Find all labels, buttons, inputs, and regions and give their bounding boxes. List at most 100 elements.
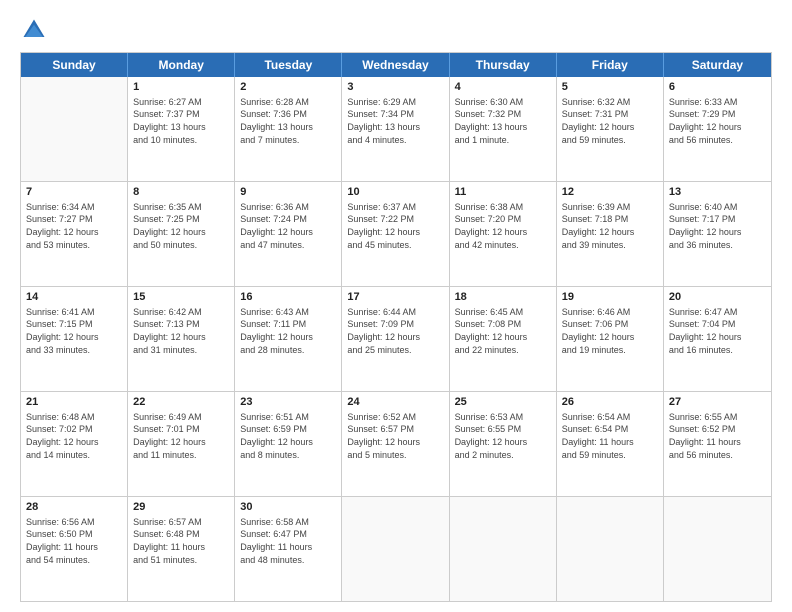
day-info: Sunrise: 6:29 AM Sunset: 7:34 PM Dayligh… <box>347 96 443 146</box>
logo <box>20 16 52 44</box>
calendar-cell: 3Sunrise: 6:29 AM Sunset: 7:34 PM Daylig… <box>342 77 449 181</box>
calendar-cell: 20Sunrise: 6:47 AM Sunset: 7:04 PM Dayli… <box>664 287 771 391</box>
weekday-header-thursday: Thursday <box>450 53 557 77</box>
calendar-row-2: 7Sunrise: 6:34 AM Sunset: 7:27 PM Daylig… <box>21 181 771 286</box>
day-info: Sunrise: 6:46 AM Sunset: 7:06 PM Dayligh… <box>562 306 658 356</box>
weekday-header-wednesday: Wednesday <box>342 53 449 77</box>
day-number: 16 <box>240 290 336 305</box>
calendar-cell: 16Sunrise: 6:43 AM Sunset: 7:11 PM Dayli… <box>235 287 342 391</box>
calendar-body: 1Sunrise: 6:27 AM Sunset: 7:37 PM Daylig… <box>21 77 771 601</box>
calendar-cell <box>21 77 128 181</box>
day-number: 23 <box>240 395 336 410</box>
day-number: 7 <box>26 185 122 200</box>
calendar-cell: 28Sunrise: 6:56 AM Sunset: 6:50 PM Dayli… <box>21 497 128 601</box>
calendar-cell <box>450 497 557 601</box>
day-number: 21 <box>26 395 122 410</box>
day-number: 8 <box>133 185 229 200</box>
calendar-cell: 22Sunrise: 6:49 AM Sunset: 7:01 PM Dayli… <box>128 392 235 496</box>
day-number: 11 <box>455 185 551 200</box>
day-info: Sunrise: 6:42 AM Sunset: 7:13 PM Dayligh… <box>133 306 229 356</box>
day-number: 12 <box>562 185 658 200</box>
day-number: 28 <box>26 500 122 515</box>
weekday-header-friday: Friday <box>557 53 664 77</box>
calendar-cell: 10Sunrise: 6:37 AM Sunset: 7:22 PM Dayli… <box>342 182 449 286</box>
calendar-cell: 18Sunrise: 6:45 AM Sunset: 7:08 PM Dayli… <box>450 287 557 391</box>
day-info: Sunrise: 6:55 AM Sunset: 6:52 PM Dayligh… <box>669 411 766 461</box>
day-info: Sunrise: 6:52 AM Sunset: 6:57 PM Dayligh… <box>347 411 443 461</box>
day-info: Sunrise: 6:40 AM Sunset: 7:17 PM Dayligh… <box>669 201 766 251</box>
weekday-header-monday: Monday <box>128 53 235 77</box>
day-number: 25 <box>455 395 551 410</box>
day-info: Sunrise: 6:45 AM Sunset: 7:08 PM Dayligh… <box>455 306 551 356</box>
day-info: Sunrise: 6:41 AM Sunset: 7:15 PM Dayligh… <box>26 306 122 356</box>
day-number: 2 <box>240 80 336 95</box>
calendar-cell <box>342 497 449 601</box>
day-info: Sunrise: 6:35 AM Sunset: 7:25 PM Dayligh… <box>133 201 229 251</box>
day-info: Sunrise: 6:39 AM Sunset: 7:18 PM Dayligh… <box>562 201 658 251</box>
day-info: Sunrise: 6:56 AM Sunset: 6:50 PM Dayligh… <box>26 516 122 566</box>
calendar-cell: 7Sunrise: 6:34 AM Sunset: 7:27 PM Daylig… <box>21 182 128 286</box>
day-info: Sunrise: 6:47 AM Sunset: 7:04 PM Dayligh… <box>669 306 766 356</box>
day-info: Sunrise: 6:58 AM Sunset: 6:47 PM Dayligh… <box>240 516 336 566</box>
day-number: 13 <box>669 185 766 200</box>
calendar-cell: 4Sunrise: 6:30 AM Sunset: 7:32 PM Daylig… <box>450 77 557 181</box>
calendar-cell <box>557 497 664 601</box>
calendar-row-5: 28Sunrise: 6:56 AM Sunset: 6:50 PM Dayli… <box>21 496 771 601</box>
calendar-cell: 1Sunrise: 6:27 AM Sunset: 7:37 PM Daylig… <box>128 77 235 181</box>
day-number: 1 <box>133 80 229 95</box>
weekday-header-saturday: Saturday <box>664 53 771 77</box>
calendar-cell: 26Sunrise: 6:54 AM Sunset: 6:54 PM Dayli… <box>557 392 664 496</box>
calendar-row-3: 14Sunrise: 6:41 AM Sunset: 7:15 PM Dayli… <box>21 286 771 391</box>
day-info: Sunrise: 6:49 AM Sunset: 7:01 PM Dayligh… <box>133 411 229 461</box>
day-info: Sunrise: 6:51 AM Sunset: 6:59 PM Dayligh… <box>240 411 336 461</box>
logo-icon <box>20 16 48 44</box>
day-info: Sunrise: 6:30 AM Sunset: 7:32 PM Dayligh… <box>455 96 551 146</box>
day-number: 20 <box>669 290 766 305</box>
day-info: Sunrise: 6:37 AM Sunset: 7:22 PM Dayligh… <box>347 201 443 251</box>
weekday-header-sunday: Sunday <box>21 53 128 77</box>
day-number: 29 <box>133 500 229 515</box>
page: SundayMondayTuesdayWednesdayThursdayFrid… <box>0 0 792 612</box>
day-info: Sunrise: 6:53 AM Sunset: 6:55 PM Dayligh… <box>455 411 551 461</box>
day-number: 5 <box>562 80 658 95</box>
calendar-cell: 17Sunrise: 6:44 AM Sunset: 7:09 PM Dayli… <box>342 287 449 391</box>
day-number: 17 <box>347 290 443 305</box>
calendar-header: SundayMondayTuesdayWednesdayThursdayFrid… <box>21 53 771 77</box>
calendar: SundayMondayTuesdayWednesdayThursdayFrid… <box>20 52 772 602</box>
calendar-cell: 8Sunrise: 6:35 AM Sunset: 7:25 PM Daylig… <box>128 182 235 286</box>
day-number: 19 <box>562 290 658 305</box>
day-info: Sunrise: 6:57 AM Sunset: 6:48 PM Dayligh… <box>133 516 229 566</box>
day-number: 26 <box>562 395 658 410</box>
calendar-cell: 12Sunrise: 6:39 AM Sunset: 7:18 PM Dayli… <box>557 182 664 286</box>
day-info: Sunrise: 6:28 AM Sunset: 7:36 PM Dayligh… <box>240 96 336 146</box>
calendar-cell: 2Sunrise: 6:28 AM Sunset: 7:36 PM Daylig… <box>235 77 342 181</box>
day-info: Sunrise: 6:48 AM Sunset: 7:02 PM Dayligh… <box>26 411 122 461</box>
day-number: 18 <box>455 290 551 305</box>
calendar-cell: 25Sunrise: 6:53 AM Sunset: 6:55 PM Dayli… <box>450 392 557 496</box>
day-number: 15 <box>133 290 229 305</box>
calendar-cell: 29Sunrise: 6:57 AM Sunset: 6:48 PM Dayli… <box>128 497 235 601</box>
day-info: Sunrise: 6:32 AM Sunset: 7:31 PM Dayligh… <box>562 96 658 146</box>
header <box>20 16 772 44</box>
day-info: Sunrise: 6:33 AM Sunset: 7:29 PM Dayligh… <box>669 96 766 146</box>
calendar-row-4: 21Sunrise: 6:48 AM Sunset: 7:02 PM Dayli… <box>21 391 771 496</box>
day-number: 22 <box>133 395 229 410</box>
calendar-cell: 5Sunrise: 6:32 AM Sunset: 7:31 PM Daylig… <box>557 77 664 181</box>
calendar-cell: 9Sunrise: 6:36 AM Sunset: 7:24 PM Daylig… <box>235 182 342 286</box>
day-number: 3 <box>347 80 443 95</box>
calendar-cell: 6Sunrise: 6:33 AM Sunset: 7:29 PM Daylig… <box>664 77 771 181</box>
calendar-cell: 15Sunrise: 6:42 AM Sunset: 7:13 PM Dayli… <box>128 287 235 391</box>
day-number: 4 <box>455 80 551 95</box>
day-info: Sunrise: 6:36 AM Sunset: 7:24 PM Dayligh… <box>240 201 336 251</box>
day-info: Sunrise: 6:27 AM Sunset: 7:37 PM Dayligh… <box>133 96 229 146</box>
day-number: 9 <box>240 185 336 200</box>
day-info: Sunrise: 6:44 AM Sunset: 7:09 PM Dayligh… <box>347 306 443 356</box>
day-number: 27 <box>669 395 766 410</box>
day-info: Sunrise: 6:34 AM Sunset: 7:27 PM Dayligh… <box>26 201 122 251</box>
calendar-cell: 30Sunrise: 6:58 AM Sunset: 6:47 PM Dayli… <box>235 497 342 601</box>
day-info: Sunrise: 6:54 AM Sunset: 6:54 PM Dayligh… <box>562 411 658 461</box>
calendar-row-1: 1Sunrise: 6:27 AM Sunset: 7:37 PM Daylig… <box>21 77 771 181</box>
calendar-cell: 21Sunrise: 6:48 AM Sunset: 7:02 PM Dayli… <box>21 392 128 496</box>
weekday-header-tuesday: Tuesday <box>235 53 342 77</box>
day-number: 24 <box>347 395 443 410</box>
